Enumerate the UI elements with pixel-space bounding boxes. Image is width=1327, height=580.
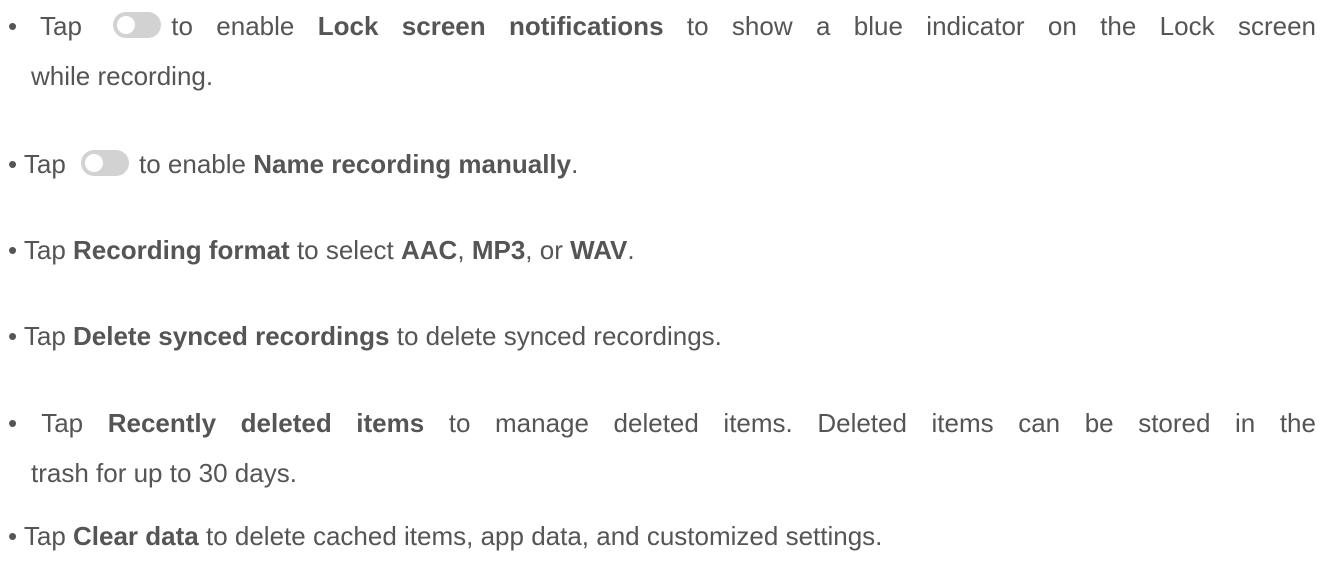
item-text: to delete synced recordings. bbox=[396, 321, 722, 351]
item-text: Tap bbox=[41, 408, 84, 438]
list-item: • Tap Recently deleted items to manage d… bbox=[8, 398, 1316, 498]
format-option-mp3: MP3 bbox=[471, 235, 526, 265]
setting-name: Clear data bbox=[73, 521, 199, 551]
list-item: • Tap to enable Name recording manually. bbox=[8, 139, 1316, 189]
item-line: • Tap Clear data to delete cached items,… bbox=[8, 511, 1316, 561]
bullet: • bbox=[8, 321, 24, 351]
item-text: to manage deleted items. Deleted items c… bbox=[448, 408, 1316, 438]
item-continuation: trash for up to 30 days. bbox=[31, 458, 297, 488]
item-line: • Tap Recently deleted items to manage d… bbox=[8, 398, 1316, 448]
item-text: Tap bbox=[23, 149, 66, 179]
list-item: • Tap Recording format to select AAC, MP… bbox=[8, 225, 1316, 275]
format-option-aac: AAC bbox=[401, 235, 458, 265]
bullet: • bbox=[8, 521, 24, 551]
toggle-knob bbox=[117, 16, 136, 35]
item-text: to enable bbox=[139, 149, 246, 179]
item-text: , or bbox=[525, 235, 563, 265]
item-text: to delete cached items, app data, and cu… bbox=[205, 521, 883, 551]
setting-name: Name recording manually bbox=[253, 149, 572, 179]
list-item: • Tap to enable Lock screen notification… bbox=[8, 1, 1316, 101]
setting-name: Delete synced recordings bbox=[73, 321, 390, 351]
bullet: • bbox=[8, 408, 42, 438]
item-line: • Tap Delete synced recordings to delete… bbox=[8, 311, 1316, 361]
list-item: • Tap Delete synced recordings to delete… bbox=[8, 311, 1316, 361]
item-line: • Tap to enable Lock screen notification… bbox=[8, 1, 1316, 51]
setting-name: Lock screen notifications bbox=[317, 11, 664, 41]
item-line: • Tap Recording format to select AAC, MP… bbox=[8, 225, 1316, 275]
item-text: to enable bbox=[171, 11, 295, 41]
item-text: . bbox=[571, 149, 579, 179]
setting-name: Recording format bbox=[73, 235, 290, 265]
item-text: Tap bbox=[39, 11, 82, 41]
bullet: • bbox=[8, 235, 24, 265]
item-text: to select bbox=[296, 235, 394, 265]
bullet: • bbox=[8, 11, 40, 41]
item-text: to show a blue indicator on the Lock scr… bbox=[686, 11, 1316, 41]
item-text: , bbox=[457, 235, 465, 265]
bullet: • bbox=[8, 149, 24, 179]
item-text: Tap bbox=[23, 321, 66, 351]
setting-name: Recently deleted items bbox=[107, 408, 425, 438]
format-option-wav: WAV bbox=[570, 235, 628, 265]
toggle-knob bbox=[85, 154, 104, 173]
toggle-switch-icon bbox=[81, 150, 130, 177]
item-continuation: while recording. bbox=[31, 61, 214, 91]
item-text: Tap bbox=[23, 521, 66, 551]
list-item: • Tap Clear data to delete cached items,… bbox=[8, 511, 1316, 561]
item-text: . bbox=[627, 235, 635, 265]
toggle-switch-icon bbox=[113, 12, 162, 39]
item-line: • Tap to enable Name recording manually. bbox=[8, 139, 1316, 189]
item-text: Tap bbox=[23, 235, 66, 265]
